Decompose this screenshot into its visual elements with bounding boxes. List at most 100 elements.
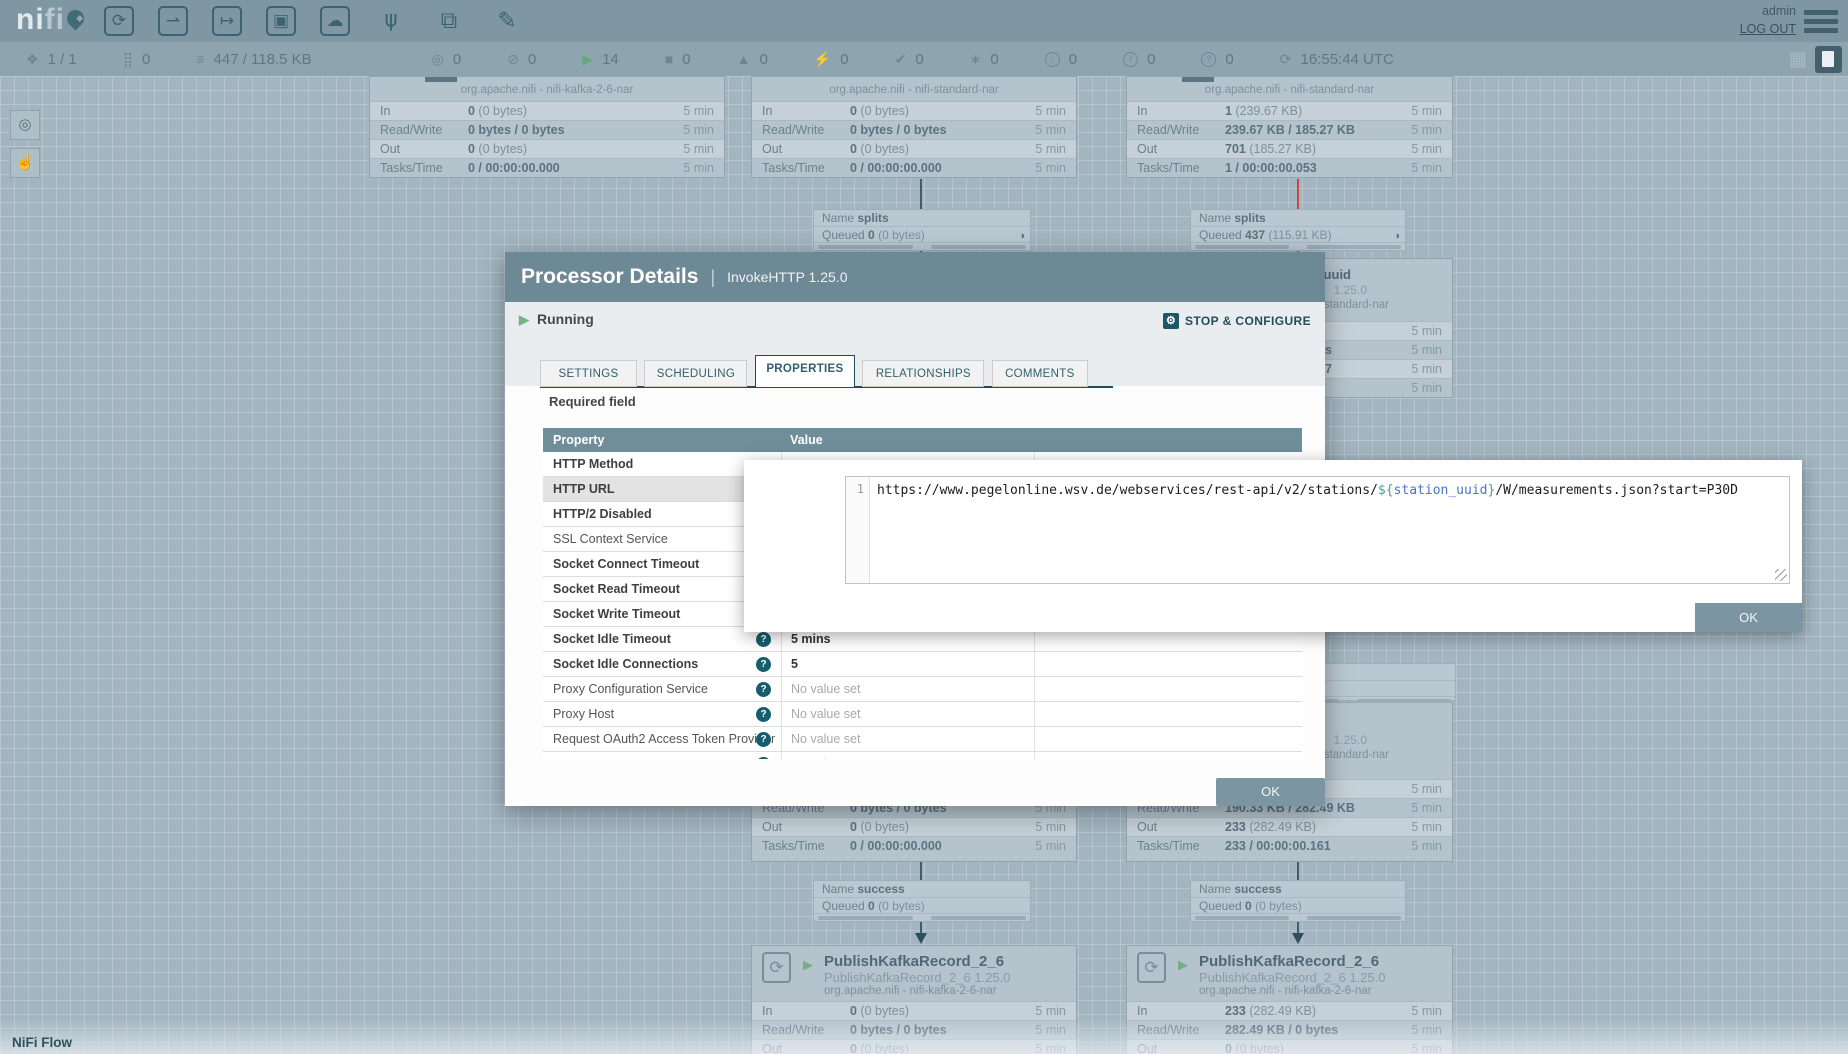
- processor-type-version: PublishKafkaRecord_2_6 1.25.0: [824, 970, 1010, 985]
- invalid-icon: ▲: [737, 51, 751, 67]
- processor-version-partial: 1.25.0: [1334, 283, 1367, 297]
- input-port-icon[interactable]: ⇀: [158, 6, 188, 36]
- connection-label-success-1[interactable]: Name success Queued 0 (0 bytes): [813, 880, 1031, 922]
- table-header: Property Value: [543, 428, 1302, 452]
- help-icon[interactable]: ?: [756, 632, 771, 647]
- dialog-subtitle: InvokeHTTP 1.25.0: [727, 269, 847, 285]
- processor-version-partial: 1.25.0: [1334, 733, 1367, 747]
- nifi-logo: nifi: [16, 3, 84, 37]
- running-status-label: Running: [537, 311, 594, 327]
- connection-label-splits-1[interactable]: Name splits Queued 0 (0 bytes)◑: [813, 209, 1031, 251]
- connection-label-success-2[interactable]: Name success Queued 0 (0 bytes): [1190, 880, 1406, 922]
- connection-line-backpressure[interactable]: [1297, 179, 1299, 209]
- help-icon[interactable]: ?: [756, 682, 771, 697]
- logo-text-ni: ni: [16, 3, 45, 36]
- logout-link[interactable]: LOG OUT: [1740, 22, 1796, 36]
- current-user: admin: [1740, 4, 1796, 18]
- help-icon[interactable]: ?: [756, 732, 771, 747]
- process-group-icon[interactable]: ▣: [266, 6, 296, 36]
- value-editor-popup: 1 https://www.pegelonline.wsv.de/webserv…: [744, 460, 1802, 632]
- breadcrumb[interactable]: NiFi Flow: [12, 1035, 72, 1050]
- connection-line[interactable]: [920, 862, 922, 880]
- new-note-button[interactable]: [1815, 46, 1842, 73]
- locally-modified-stale-icon: !: [1123, 52, 1138, 67]
- label-icon[interactable]: ✎: [490, 4, 524, 38]
- processor-top-middle[interactable]: org.apache.nifi - nifi-standard-nar In0 …: [751, 76, 1077, 178]
- disabled-count: 0: [840, 51, 848, 68]
- line-number: 1: [857, 482, 864, 496]
- processor-type-version: PublishKafkaRecord_2_6 1.25.0: [1199, 970, 1385, 985]
- dialog-ok-button[interactable]: OK: [1216, 778, 1325, 806]
- connection-line[interactable]: [1297, 862, 1299, 880]
- help-icon[interactable]: ?: [756, 707, 771, 722]
- birdseye-icon: ◎: [18, 116, 31, 133]
- transmitting-count: 0: [453, 51, 461, 68]
- queued-icon: ≡: [196, 51, 204, 67]
- stat-row: In0 (0 bytes)5 min: [752, 101, 1076, 120]
- connection-label-splits-2[interactable]: Name splits Queued 437 (115.91 KB)◑: [1190, 209, 1406, 251]
- tab-scheduling[interactable]: SCHEDULING: [644, 360, 747, 387]
- nifi-app: nifi ⟳ ⇀ ↦ ▣ ☁ ⋔ ⧉ ✎ admin LOG OUT ❖1 / …: [0, 0, 1848, 1054]
- locally-modified-stale-count: 0: [1147, 51, 1155, 68]
- stale-count: 0: [1069, 51, 1077, 68]
- stat-row: Out0 (0 bytes)5 min: [752, 139, 1076, 158]
- template-icon[interactable]: ⧉: [432, 4, 466, 38]
- navigate-palette-button[interactable]: ◎: [10, 110, 40, 140]
- dialog-title-separator: |: [710, 267, 715, 288]
- stat-row: Tasks/Time0 / 00:00:00.0005 min: [752, 836, 1076, 855]
- property-row[interactable]: Proxy Host?No value set: [543, 702, 1302, 727]
- remote-process-group-icon[interactable]: ☁: [320, 6, 350, 36]
- property-row[interactable]: Proxy Configuration Service?No value set: [543, 677, 1302, 702]
- queued-count: 447 / 118.5 KB: [214, 51, 312, 68]
- funnel-icon[interactable]: ⋔: [374, 4, 408, 38]
- processor-name: PublishKafkaRecord_2_6: [824, 953, 1004, 970]
- up-to-date-count: 0: [915, 51, 923, 68]
- grid-ic: ⣿: [123, 51, 133, 68]
- help-icon[interactable]: ?: [756, 657, 771, 672]
- processor-top-left[interactable]: org.apache.nifi - nifi-kafka-2-6-nar In0…: [369, 76, 725, 178]
- tab-settings[interactable]: SETTINGS: [540, 360, 637, 387]
- toolbar: nifi ⟳ ⇀ ↦ ▣ ☁ ⋔ ⧉ ✎ admin LOG OUT: [0, 0, 1848, 42]
- tab-properties[interactable]: PROPERTIES: [755, 355, 855, 387]
- operate-palette-button[interactable]: ☝: [10, 148, 40, 178]
- property-row[interactable]: Request OAuth2 Access Token Provider?No …: [543, 727, 1302, 752]
- sync-failure-count: 0: [1225, 51, 1233, 68]
- invalid-count: 0: [759, 51, 767, 68]
- value-editor[interactable]: 1 https://www.pegelonline.wsv.de/webserv…: [845, 476, 1790, 584]
- running-state-icon: ▶: [803, 957, 813, 973]
- help-icon[interactable]: ?: [756, 757, 771, 759]
- required-field-label: Required field: [549, 394, 636, 409]
- processor-name: PublishKafkaRecord_2_6: [1199, 953, 1379, 970]
- stop-and-configure-button[interactable]: ⚙ STOP & CONFIGURE: [1163, 313, 1311, 329]
- stop-configure-label: STOP & CONFIGURE: [1185, 314, 1311, 328]
- refresh-icon[interactable]: ⟳: [1280, 51, 1292, 68]
- connection-line[interactable]: [920, 179, 922, 209]
- logo-text-fi: fi: [45, 3, 65, 36]
- status-row: ▶ Running: [519, 311, 594, 331]
- running-count: 14: [602, 51, 619, 68]
- processor-bundle: org.apache.nifi - nifi-kafka-2-6-nar: [1199, 985, 1372, 997]
- property-row-clipped[interactable]: Request Username?No value set: [543, 752, 1302, 759]
- stat-row: Out233 (282.49 KB)5 min: [1127, 817, 1452, 836]
- status-bar: ❖1 / 1 ⣿0 ≡447 / 118.5 KB ◎0 ⊘0 ▶14 ■0 ▲…: [0, 42, 1848, 76]
- stat-row: In1 (239.67 KB)5 min: [1127, 101, 1452, 120]
- editor-text[interactable]: https://www.pegelonline.wsv.de/webservic…: [877, 483, 1785, 498]
- resize-handle[interactable]: [1775, 569, 1787, 581]
- grid-toggle-icon[interactable]: ▦: [1789, 48, 1807, 71]
- cluster-icon: ❖: [26, 51, 39, 68]
- stat-row: Tasks/Time1 / 00:00:00.0535 min: [1127, 158, 1452, 177]
- running-status-icon: ▶: [519, 312, 529, 327]
- property-row[interactable]: Socket Idle Connections?5: [543, 652, 1302, 677]
- output-port-icon[interactable]: ↦: [212, 6, 242, 36]
- processor-icon[interactable]: ⟳: [104, 6, 134, 36]
- tab-relationships[interactable]: RELATIONSHIPS: [862, 360, 984, 387]
- processor-top-right[interactable]: org.apache.nifi - nifi-standard-nar In1 …: [1126, 76, 1453, 178]
- stat-row: Out0 (0 bytes)5 min: [370, 139, 724, 158]
- tab-comments[interactable]: COMMENTS: [992, 360, 1088, 387]
- transmitting-icon: ◎: [432, 51, 444, 68]
- up-to-date-icon: ✔: [895, 51, 907, 68]
- processor-bundle: org.apache.nifi - nifi-kafka-2-6-nar: [824, 985, 997, 997]
- global-menu-icon[interactable]: [1804, 10, 1838, 37]
- editor-ok-button[interactable]: OK: [1695, 603, 1802, 632]
- disabled-icon: ⚡: [814, 51, 831, 68]
